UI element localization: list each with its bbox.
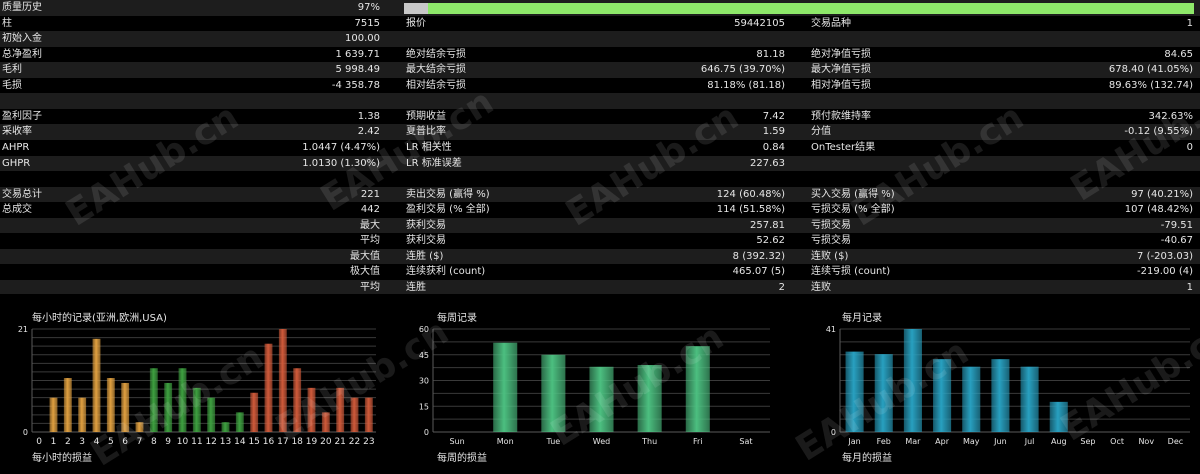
bar — [164, 382, 173, 432]
x-tick-label: 18 — [291, 437, 303, 447]
bar — [962, 366, 981, 432]
x-tick-label: 13 — [220, 437, 231, 447]
bar — [78, 397, 87, 432]
x-tick-label: Feb — [877, 437, 891, 446]
bar — [991, 359, 1010, 432]
bar — [307, 387, 316, 432]
bar — [685, 346, 710, 432]
x-tick-label: 17 — [277, 437, 288, 447]
x-tick-label: Mar — [905, 437, 921, 446]
x-tick-label: Jan — [847, 437, 860, 446]
bar — [637, 365, 662, 432]
x-tick-label: 12 — [205, 437, 216, 447]
chart-footer: 每小时的损益 — [32, 451, 92, 464]
x-tick-label: Jun — [993, 437, 1007, 446]
bar — [207, 397, 216, 432]
bar — [321, 412, 330, 432]
x-tick-label: May — [963, 437, 980, 446]
bar — [364, 397, 373, 432]
x-tick-label: Sep — [1080, 437, 1095, 446]
x-tick-label: Thu — [641, 437, 657, 446]
chart-title: 每月记录 — [842, 311, 882, 324]
x-tick-label: 16 — [263, 437, 275, 447]
x-tick-label: 15 — [248, 437, 259, 447]
bar — [264, 343, 273, 432]
x-tick-label: Apr — [935, 437, 950, 446]
bar — [106, 378, 115, 432]
chart-title: 每小时的记录(亚洲,欧洲,USA) — [32, 311, 167, 324]
x-tick-label: 6 — [122, 437, 128, 447]
bar — [92, 338, 101, 432]
x-tick-label: Aug — [1051, 437, 1067, 446]
bar — [135, 422, 144, 432]
bar — [903, 329, 922, 432]
x-tick-label: 1 — [51, 437, 57, 447]
x-tick-label: 20 — [320, 437, 332, 447]
bar — [149, 368, 158, 432]
x-tick-label: 10 — [177, 437, 189, 447]
x-tick-label: 9 — [165, 437, 171, 447]
bar — [250, 392, 259, 432]
y-tick-label: 0 — [23, 428, 28, 437]
chart-footer: 每月的损益 — [842, 451, 892, 464]
x-tick-label: 22 — [349, 437, 360, 447]
bar — [350, 397, 359, 432]
x-tick-label: 14 — [234, 437, 246, 447]
y-tick-label: 0 — [831, 428, 836, 437]
charts-area: 0210 1 2 3 4 5 6 7 8 9 10 11 12 13 14 15 16 17 18 19 20 21 22 2… — [18, 311, 1190, 464]
bar — [192, 387, 201, 432]
x-tick-label: Sat — [739, 437, 752, 446]
x-tick-label: Jul — [1024, 437, 1035, 446]
chart-title: 每周记录 — [437, 311, 477, 324]
bar — [541, 354, 566, 432]
bar — [178, 368, 187, 432]
x-tick-label: 0 — [36, 437, 42, 447]
x-tick-label: Fri — [693, 437, 703, 446]
x-tick-label: 3 — [79, 437, 85, 447]
bar — [1049, 401, 1068, 432]
chart-footer: 每周的损益 — [437, 451, 487, 464]
x-tick-label: 21 — [334, 437, 345, 447]
bar — [221, 422, 230, 432]
bar — [121, 382, 130, 432]
bar — [63, 378, 72, 432]
bar — [278, 329, 287, 432]
bar — [1020, 366, 1039, 432]
y-tick-label: 60 — [419, 325, 429, 334]
bar — [874, 354, 893, 432]
x-tick-label: 23 — [363, 437, 374, 447]
x-tick-label: Mon — [497, 437, 514, 446]
bar — [235, 412, 244, 432]
bar — [589, 366, 614, 432]
bar — [933, 359, 952, 432]
bar — [293, 368, 302, 432]
y-tick-label: 30 — [419, 377, 429, 386]
bar — [336, 387, 345, 432]
y-tick-label: 0 — [424, 428, 429, 437]
y-tick-label: 45 — [419, 351, 429, 360]
x-tick-label: Oct — [1110, 437, 1124, 446]
y-tick-label: 41 — [826, 325, 836, 334]
bar — [49, 397, 58, 432]
x-tick-label: 5 — [108, 437, 114, 447]
x-tick-label: Wed — [593, 437, 610, 446]
y-tick-label: 15 — [419, 402, 429, 411]
x-tick-label: 8 — [151, 437, 157, 447]
bar — [493, 342, 518, 432]
x-tick-label: 7 — [137, 437, 143, 447]
x-tick-label: 2 — [65, 437, 71, 447]
x-tick-label: 11 — [191, 437, 202, 447]
x-tick-label: Sun — [449, 437, 464, 446]
x-tick-label: Dec — [1168, 437, 1183, 446]
x-tick-label: Nov — [1138, 437, 1154, 446]
y-tick-label: 21 — [18, 325, 28, 334]
bar — [845, 351, 864, 432]
x-tick-label: 4 — [94, 437, 100, 447]
x-tick-label: 19 — [306, 437, 318, 447]
x-tick-label: Tue — [546, 437, 561, 446]
